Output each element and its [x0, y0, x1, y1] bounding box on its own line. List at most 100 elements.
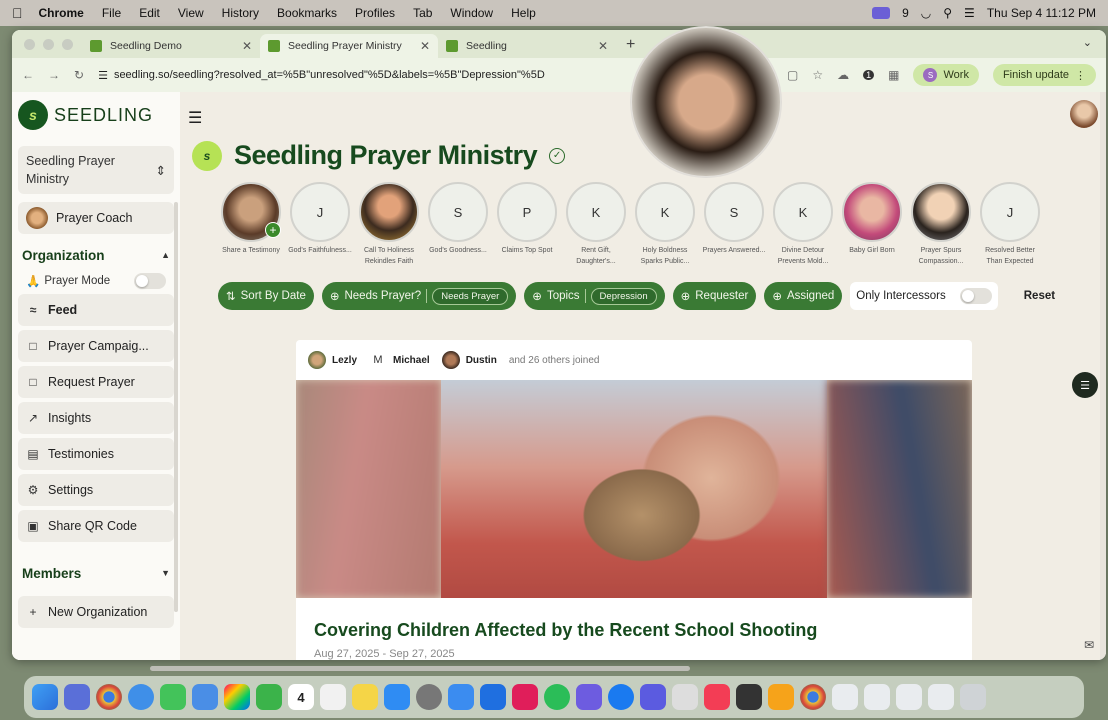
system-settings-icon[interactable] [416, 684, 442, 710]
sort-by-date-button[interactable]: ⇅ Sort By Date [218, 282, 314, 310]
chrome-icon[interactable] [96, 684, 122, 710]
story-item[interactable]: Prayer Spurs Compassion... [910, 182, 972, 267]
prayer-request-card[interactable]: Lezly M Michael Dustin and 26 others joi… [296, 340, 972, 660]
assigned-filter[interactable]: ⊕ Assigned [764, 282, 843, 310]
reload-icon[interactable]: ↻ [74, 68, 84, 82]
files-icon[interactable] [448, 684, 474, 710]
story-item[interactable]: S God's Goodness... [427, 182, 489, 267]
user-avatar[interactable] [1070, 100, 1098, 128]
pencil-app-icon[interactable] [768, 684, 794, 710]
facetime-icon[interactable] [256, 684, 282, 710]
messenger-icon[interactable] [608, 684, 634, 710]
maximize-window-button[interactable] [62, 39, 73, 50]
horizontal-scrollbar[interactable] [150, 666, 690, 671]
sidebar-item-feed[interactable]: ≈ Feed [18, 294, 174, 326]
needs-prayer-chip[interactable]: Needs Prayer [432, 287, 509, 305]
slack-icon[interactable] [512, 684, 538, 710]
story-item[interactable]: K Holy Boldness Sparks Public... [634, 182, 696, 267]
menu-window[interactable]: Window [450, 6, 493, 20]
notes-icon[interactable] [352, 684, 378, 710]
add-icon[interactable]: + [265, 222, 281, 238]
story-share-testimony[interactable]: + Share a Testimony [220, 182, 282, 267]
needs-prayer-filter[interactable]: ⊕ Needs Prayer? Needs Prayer [321, 282, 517, 310]
chat-support-icon[interactable]: ✉ [1084, 638, 1094, 652]
new-tab-button[interactable]: + [616, 36, 645, 58]
story-item[interactable]: J Resolved Better Than Expected [979, 182, 1041, 267]
bookmark-star-icon[interactable]: ☆ [812, 68, 823, 82]
sidebar-item-insights[interactable]: ↗ Insights [18, 402, 174, 434]
sidebar-scrollbar[interactable] [174, 202, 178, 612]
requester-filter[interactable]: ⊕ Requester [672, 282, 757, 310]
wifi-icon[interactable]: ◡ [921, 6, 931, 20]
sidebar-item-testimonies[interactable]: ▤ Testimonies [18, 438, 174, 470]
install-app-icon[interactable]: ▢ [787, 68, 798, 82]
photos-icon[interactable] [224, 684, 250, 710]
members-section-header[interactable]: Members ▼ [18, 560, 174, 586]
topics-filter[interactable]: ⊕ Topics Depression [524, 282, 665, 310]
mail-icon[interactable] [192, 684, 218, 710]
story-item[interactable]: J God's Faithfulness... [288, 182, 352, 267]
reminders-icon[interactable] [320, 684, 346, 710]
prayer-coach-button[interactable]: Prayer Coach [18, 202, 174, 234]
menu-edit[interactable]: Edit [139, 6, 160, 20]
window-thumbnail-icon[interactable] [928, 684, 954, 710]
main-scrollbar[interactable] [1100, 92, 1106, 660]
music-icon[interactable] [704, 684, 730, 710]
messages-icon[interactable] [160, 684, 186, 710]
whatsapp-icon[interactable] [544, 684, 570, 710]
close-tab-icon[interactable]: ✕ [598, 39, 608, 53]
extension-icon[interactable]: ☁ [837, 68, 849, 82]
organization-section-header[interactable]: Organization ▲ [18, 242, 174, 268]
address-bar[interactable]: ☰ seedling.so/seedling?resolved_at=%5B"u… [98, 63, 618, 87]
sidebar-item-settings[interactable]: ⚙ Settings [18, 474, 174, 506]
control-center-icon[interactable]: ☰ [964, 6, 975, 20]
tab-seedling[interactable]: Seedling ✕ [438, 34, 616, 58]
menu-tab[interactable]: Tab [413, 6, 432, 20]
menubar-datetime[interactable]: Thu Sep 4 11:12 PM [987, 6, 1096, 20]
story-item[interactable]: Baby Girl Born [841, 182, 903, 267]
site-info-icon[interactable]: ☰ [98, 69, 108, 82]
profile-button[interactable]: S Work [913, 64, 979, 86]
extensions-puzzle-icon[interactable]: ▦ [888, 68, 899, 82]
prayer-request-title[interactable]: Covering Children Affected by the Recent… [314, 620, 817, 641]
tab-search-icon[interactable]: ⌄ [1083, 36, 1092, 49]
menu-app-name[interactable]: Chrome [39, 6, 84, 20]
viber-icon[interactable] [576, 684, 602, 710]
screen-sharing-icon[interactable] [672, 684, 698, 710]
new-organization-button[interactable]: + New Organization [18, 596, 174, 628]
tab-seedling-prayer-ministry[interactable]: Seedling Prayer Ministry ✕ [260, 34, 438, 58]
filter-settings-icon[interactable]: ☰ [1072, 372, 1098, 398]
notification-count[interactable]: 9 [902, 6, 909, 20]
safari-icon[interactable] [128, 684, 154, 710]
tab-seedling-demo[interactable]: Seedling Demo ✕ [82, 34, 260, 58]
story-item[interactable]: Call To Holiness Rekindles Faith [358, 182, 420, 267]
menu-file[interactable]: File [102, 6, 121, 20]
window-thumbnail-icon[interactable] [896, 684, 922, 710]
hamburger-menu-icon[interactable]: ☰ [188, 108, 204, 128]
forward-icon[interactable]: → [48, 68, 60, 82]
screen-record-icon[interactable] [872, 7, 891, 19]
story-item[interactable]: S Prayers Answered... [703, 182, 765, 267]
story-item[interactable]: K Divine Detour Prevents Mold... [772, 182, 834, 267]
phone-mirror-icon[interactable] [736, 684, 762, 710]
menu-bookmarks[interactable]: Bookmarks [277, 6, 337, 20]
menu-history[interactable]: History [222, 6, 259, 20]
only-intercessors-toggle[interactable] [959, 288, 992, 304]
apple-icon[interactable]:  [12, 5, 23, 21]
story-item[interactable]: K Rent Gift, Daughter's... [565, 182, 627, 267]
bird-app-icon[interactable] [480, 684, 506, 710]
minimize-window-button[interactable] [43, 39, 54, 50]
menu-profiles[interactable]: Profiles [355, 6, 395, 20]
sidebar-item-prayer-campaigns[interactable]: □ Prayer Campaig... [18, 330, 174, 362]
story-item[interactable]: P Claims Top Spot [496, 182, 558, 267]
organization-selector[interactable]: Seedling Prayer Ministry ⇕ [18, 146, 174, 194]
sidebar-item-share-qr-code[interactable]: ▣ Share QR Code [18, 510, 174, 542]
seedling-logo[interactable]: s SEEDLING [18, 98, 174, 132]
topics-chip-depression[interactable]: Depression [590, 287, 657, 305]
reset-button[interactable]: Reset [1024, 290, 1055, 302]
back-icon[interactable]: ← [22, 68, 34, 82]
close-tab-icon[interactable]: ✕ [420, 39, 430, 53]
menu-help[interactable]: Help [511, 6, 536, 20]
utility-app-icon[interactable] [640, 684, 666, 710]
chrome-canary-icon[interactable] [800, 684, 826, 710]
